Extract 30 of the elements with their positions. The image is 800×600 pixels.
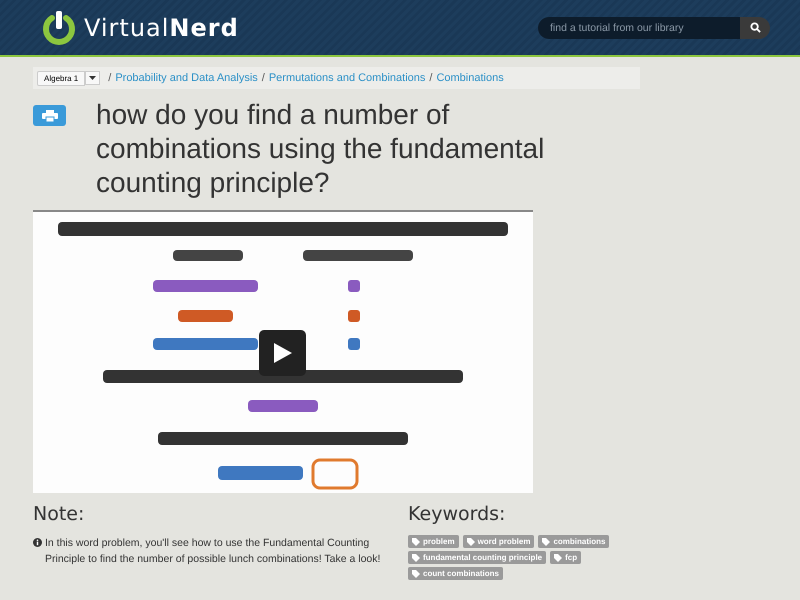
keyword-tag[interactable]: count combinations [408,567,503,580]
keywords-heading: Keywords: [408,503,506,525]
search-icon [750,22,760,33]
keyword-tag[interactable]: fcp [550,551,582,564]
note-text: In this word problem, you'll see how to use the Fundamental Counting Principle to find the number of possible lunch combinations! Take a look! [45,536,382,567]
power-logo-icon [40,8,78,46]
keyword-tag[interactable]: combinations [538,535,610,548]
play-icon [274,343,292,363]
print-button[interactable] [33,105,66,126]
keyword-tag[interactable]: fundamental counting principle [408,551,546,564]
dropdown-button[interactable] [85,71,100,85]
breadcrumb-link[interactable]: Probability and Data Analysis [115,72,258,84]
breadcrumb-separator: / [429,72,432,84]
printer-icon [42,110,58,122]
logo-text[interactable]: VirtualNerd [84,14,239,42]
play-button[interactable] [259,330,306,376]
breadcrumb-separator: / [262,72,265,84]
search-button[interactable] [740,16,770,38]
caret-icon [89,76,96,80]
tag-icon [466,538,475,546]
keyword-tag[interactable]: word problem [462,535,534,548]
course-dropdown[interactable]: Algebra 1 [37,70,86,86]
breadcrumb-link[interactable]: Combinations [436,72,504,84]
note-heading: Note: [33,503,86,525]
search-field[interactable]: find a tutorial from our library [538,16,740,38]
breadcrumb-separator: / [108,72,112,84]
info-icon [33,538,42,547]
page-title: how do you find a number of combinations using the fundamental counting principle? [96,98,546,200]
keyword-tag[interactable]: problem [408,535,459,548]
breadcrumb-link[interactable]: Permutations and Combinations [268,72,426,84]
